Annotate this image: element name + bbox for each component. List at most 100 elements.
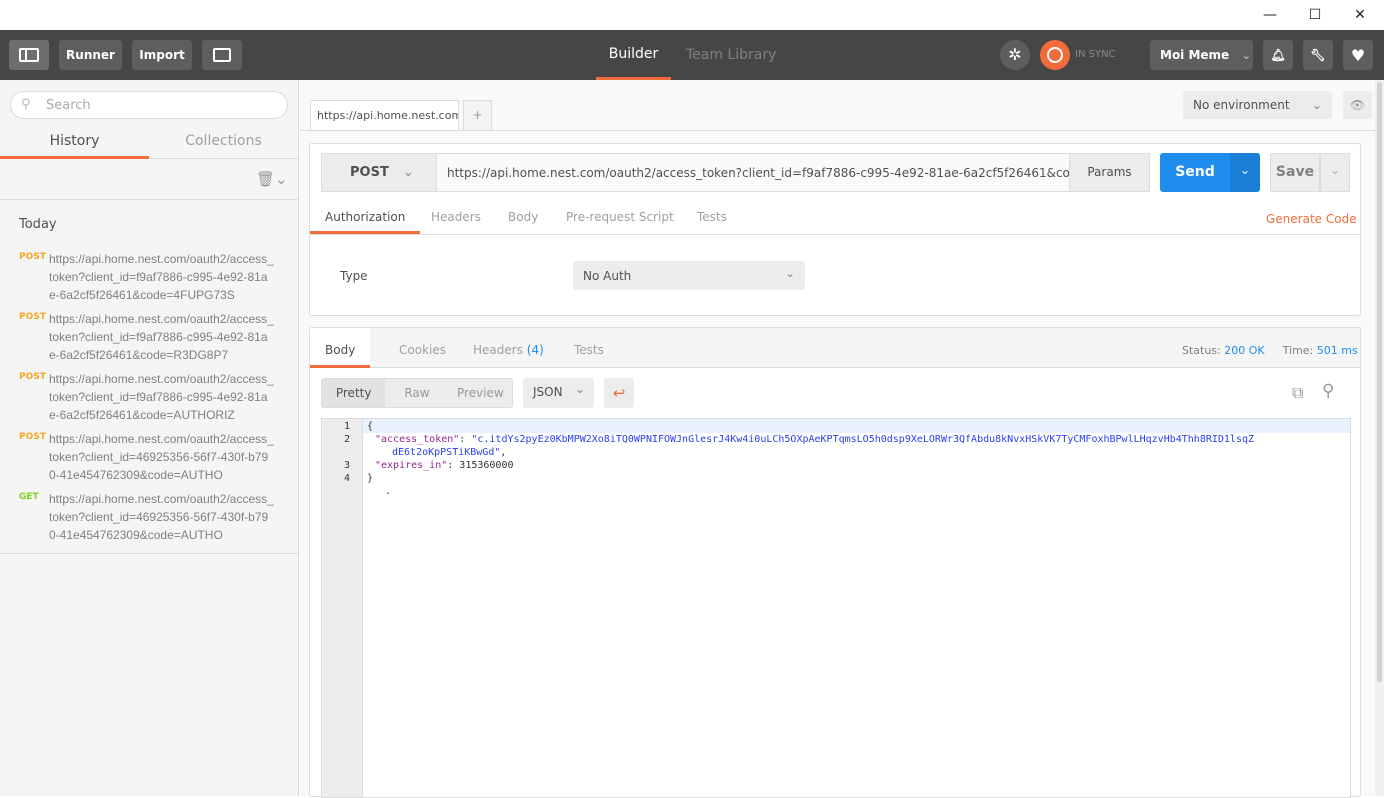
trash-icon[interactable]: 🗑︎⌄ <box>256 170 288 188</box>
search-input[interactable]: ⚲ Search <box>10 91 288 119</box>
time-value: 501 ms <box>1316 344 1358 357</box>
response-tab-tests[interactable]: Tests <box>559 328 619 368</box>
interceptor-icon[interactable]: ✲ <box>1000 40 1030 70</box>
tab-body[interactable]: Body <box>508 204 538 234</box>
new-window-button[interactable] <box>202 40 242 70</box>
scrollbar[interactable] <box>1375 80 1384 796</box>
history-url: https://api.home.nest.com/oauth2/access_… <box>49 372 274 422</box>
history-url: https://api.home.nest.com/oauth2/access_… <box>49 252 274 302</box>
wrap-icon: ↩ <box>612 384 626 402</box>
user-menu[interactable]: Moi Meme ⌄ <box>1150 40 1253 70</box>
divider <box>0 553 298 554</box>
close-button[interactable]: ✕ <box>1340 0 1380 30</box>
format-select[interactable]: JSON ⌄ <box>523 378 594 408</box>
save-button[interactable]: Save <box>1270 153 1320 192</box>
status-label: Status: <box>1182 344 1221 357</box>
request-tab[interactable]: https://api.home.nest.com/o <box>310 100 459 131</box>
auth-type-value: No Auth <box>583 269 632 283</box>
wrench-icon: 🔧︎ <box>1310 48 1326 62</box>
new-window-icon <box>213 48 231 62</box>
tab-team-library[interactable]: Team Library <box>686 30 776 80</box>
tab-headers[interactable]: Headers <box>431 204 481 234</box>
notifications-button[interactable]: 🔔︎ <box>1263 40 1293 70</box>
tab-label: Body <box>325 343 356 357</box>
json-body: { "access_token": "c.itdYs2pyEz0KbMPW2Xo… <box>367 421 1255 497</box>
new-tab-button[interactable]: + <box>463 100 492 131</box>
raw-button[interactable]: Raw <box>385 379 448 407</box>
eye-button[interactable]: 👁︎ <box>1343 91 1372 119</box>
tab-collections[interactable]: Collections <box>149 128 298 159</box>
pretty-button[interactable]: Pretty <box>322 379 386 407</box>
json-key: "expires_in" <box>375 460 448 471</box>
response-tab-headers[interactable]: Headers (4) <box>458 328 559 368</box>
tab-pre-request-script[interactable]: Pre-request Script <box>566 204 674 234</box>
code-dot: . <box>385 486 392 497</box>
sync-status: IN SYNC <box>1075 49 1116 60</box>
import-button[interactable]: Import <box>132 40 192 70</box>
history-url: https://api.home.nest.com/oauth2/access_… <box>49 492 274 542</box>
line-number: 3 <box>343 460 350 471</box>
line-number: 1 <box>343 421 350 432</box>
copy-icon[interactable]: ⧉ <box>1292 383 1303 403</box>
method-select[interactable]: POST ⌄ <box>321 153 437 192</box>
response-tab-body[interactable]: Body <box>310 328 371 368</box>
search-icon[interactable]: ⚲ <box>1322 381 1334 401</box>
tab-history[interactable]: History <box>0 128 149 159</box>
chevron-down-icon: ⌄ <box>1329 163 1341 177</box>
code-brace: { <box>367 421 374 432</box>
json-key: "access_token" <box>375 434 460 445</box>
toggle-sidebar-button[interactable] <box>9 40 49 70</box>
sidebar-icon <box>19 48 39 62</box>
json-value: 315360000 <box>459 460 514 471</box>
tab-label: Headers <box>473 343 523 357</box>
title-bar: — ☐ ✕ <box>0 0 1384 30</box>
main-area: https://api.home.nest.com/o + No environ… <box>300 80 1375 798</box>
params-button[interactable]: Params <box>1069 153 1150 192</box>
environment-select[interactable]: No environment ⌄ <box>1183 91 1332 119</box>
format-value: JSON <box>533 385 563 399</box>
history-item[interactable]: POST https://api.home.nest.com/oauth2/acc… <box>0 430 298 490</box>
history-item[interactable]: POST https://api.home.nest.com/oauth2/acc… <box>0 310 298 370</box>
sync-icon[interactable] <box>1040 40 1070 70</box>
method-value: POST <box>350 165 389 180</box>
tab-label: Cookies <box>399 343 446 357</box>
app-header: Runner Import Builder Team Library ✲ IN … <box>0 30 1384 80</box>
minimize-button[interactable]: — <box>1250 0 1290 30</box>
search-placeholder: Search <box>46 98 91 113</box>
tab-authorization[interactable]: Authorization <box>310 204 421 234</box>
headers-count: (4) <box>526 343 544 357</box>
code-editor[interactable]: 1 2 3 4 { "access_token": "c.itdYs2pyEz0Kb… <box>321 418 1351 798</box>
divider <box>300 130 1375 131</box>
settings-button[interactable]: 🔧︎ <box>1303 40 1333 70</box>
heart-button[interactable]: ♥ <box>1343 40 1373 70</box>
history-item[interactable]: POST https://api.home.nest.com/oauth2/acc… <box>0 250 298 310</box>
runner-button[interactable]: Runner <box>59 40 122 70</box>
history-method: POST <box>19 312 46 322</box>
json-value: "c.itdYs2pyEz0KbMPW2Xo8iTQ0WPNIFOWJnGles… <box>471 434 1255 445</box>
bell-icon: 🔔︎ <box>1270 48 1286 62</box>
tab-tests[interactable]: Tests <box>697 204 727 234</box>
history-item[interactable]: GET https://api.home.nest.com/oauth2/acce… <box>0 490 298 550</box>
send-options-button[interactable]: ⌄ <box>1230 153 1260 192</box>
tab-builder[interactable]: Builder <box>596 30 671 80</box>
history-method: POST <box>19 432 46 442</box>
response-tab-cookies[interactable]: Cookies <box>384 328 461 368</box>
time-label: Time: <box>1282 344 1314 357</box>
save-options-button[interactable]: ⌄ <box>1320 153 1350 192</box>
history-item[interactable]: POST https://api.home.nest.com/oauth2/acc… <box>0 370 298 430</box>
auth-type-select[interactable]: No Auth ⌄ <box>573 261 805 290</box>
chevron-down-icon: ⌄ <box>1241 48 1252 62</box>
code-brace: } <box>367 473 374 484</box>
send-button[interactable]: Send <box>1160 153 1230 192</box>
maximize-button[interactable]: ☐ <box>1295 0 1335 30</box>
wrap-lines-button[interactable]: ↩ <box>604 378 634 408</box>
history-url: https://api.home.nest.com/oauth2/access_… <box>49 432 274 482</box>
chevron-down-icon: ⌄ <box>1311 98 1322 112</box>
generate-code-link[interactable]: Generate Code <box>1266 212 1357 226</box>
divider <box>0 199 298 200</box>
user-name: Moi Meme <box>1160 48 1230 62</box>
json-value: dE6t2oKpPSTiKBwGd" <box>392 447 501 458</box>
preview-button[interactable]: Preview <box>449 379 512 407</box>
request-panel: POST ⌄ https://api.home.nest.com/oauth2/a… <box>309 143 1361 316</box>
url-input[interactable]: https://api.home.nest.com/oauth2/access_… <box>436 153 1070 192</box>
